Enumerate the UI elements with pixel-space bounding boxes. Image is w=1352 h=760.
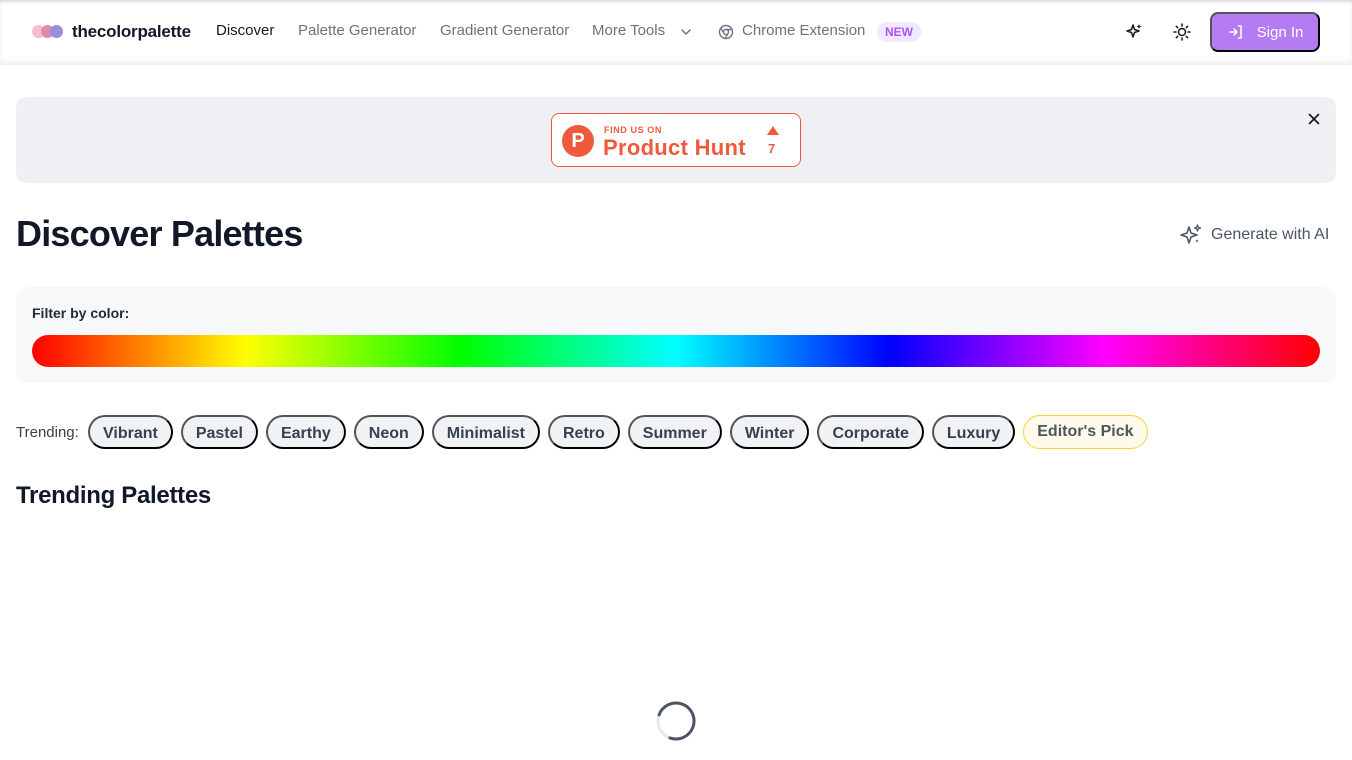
nav-discover[interactable]: Discover bbox=[216, 22, 274, 39]
nav-chrome-extension[interactable]: Chrome Extension bbox=[742, 22, 865, 39]
trending-tags: Vibrant Pastel Earthy Neon Minimalist Re… bbox=[88, 415, 1148, 449]
tag-pastel[interactable]: Pastel bbox=[180, 415, 258, 449]
generate-with-ai-button[interactable]: Generate with AI bbox=[1179, 222, 1329, 248]
logo-link[interactable]: thecolorpalette bbox=[32, 20, 191, 44]
sparkles-icon bbox=[1180, 224, 1202, 244]
tag-winter[interactable]: Winter bbox=[729, 415, 810, 449]
product-hunt-find-us: FIND US ON bbox=[604, 125, 663, 135]
login-icon bbox=[1228, 25, 1242, 39]
sun-icon[interactable] bbox=[1172, 22, 1192, 42]
generate-with-ai-label: Generate with AI bbox=[1211, 226, 1330, 243]
trending-label: Trending: bbox=[16, 424, 79, 441]
upvote-count: 7 bbox=[768, 141, 776, 156]
tag-summer[interactable]: Summer bbox=[627, 415, 722, 449]
logo-mark bbox=[32, 25, 66, 39]
tag-luxury[interactable]: Luxury bbox=[931, 415, 1016, 449]
filter-label: Filter by color: bbox=[32, 305, 130, 321]
sign-in-button[interactable]: Sign In bbox=[1210, 12, 1320, 52]
top-navigation: thecolorpalette Discover Palette Generat… bbox=[0, 0, 1352, 65]
tag-editors-pick[interactable]: Editor's Pick bbox=[1023, 415, 1148, 449]
sparkles-icon[interactable] bbox=[1124, 22, 1144, 42]
chrome-icon bbox=[718, 24, 734, 40]
new-badge: NEW bbox=[877, 22, 921, 42]
tag-corporate[interactable]: Corporate bbox=[817, 415, 924, 449]
page-title: Discover Palettes bbox=[16, 213, 303, 254]
promo-banner: P FIND US ON Product Hunt 7 bbox=[16, 97, 1336, 183]
spinner-icon bbox=[656, 701, 696, 741]
header-top-shadow bbox=[0, 0, 1352, 4]
chevron-down-icon[interactable] bbox=[680, 26, 692, 38]
logo-text: thecolorpalette bbox=[72, 22, 191, 41]
section-title: Trending Palettes bbox=[16, 482, 211, 509]
product-hunt-logo: P bbox=[562, 125, 594, 157]
color-filter-panel: Filter by color: bbox=[16, 287, 1336, 383]
tag-retro[interactable]: Retro bbox=[548, 415, 620, 449]
nav-gradient-generator[interactable]: Gradient Generator bbox=[440, 22, 569, 39]
sign-in-label: Sign In bbox=[1256, 23, 1304, 41]
upvote-triangle-icon bbox=[767, 126, 779, 135]
nav-palette-generator[interactable]: Palette Generator bbox=[298, 22, 416, 39]
nav-more-tools[interactable]: More Tools bbox=[592, 22, 665, 39]
product-hunt-badge[interactable]: P FIND US ON Product Hunt 7 bbox=[551, 113, 801, 167]
product-hunt-brand: Product Hunt bbox=[603, 135, 746, 160]
tag-vibrant[interactable]: Vibrant bbox=[88, 415, 173, 449]
tag-earthy[interactable]: Earthy bbox=[265, 415, 346, 449]
close-icon[interactable] bbox=[1306, 111, 1322, 127]
tag-neon[interactable]: Neon bbox=[353, 415, 424, 449]
tag-minimalist[interactable]: Minimalist bbox=[431, 415, 540, 449]
hue-slider[interactable] bbox=[32, 335, 1320, 367]
